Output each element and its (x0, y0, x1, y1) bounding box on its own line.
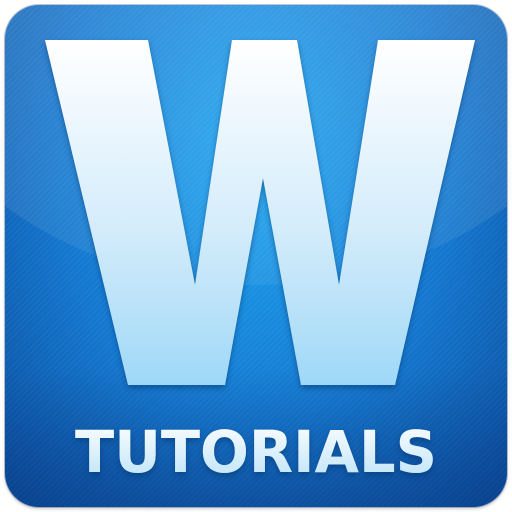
app-icon-lettering: TUTORIALS (45, 40, 475, 486)
letter-w (45, 40, 475, 385)
tutorials-label: TUTORIALS (75, 418, 437, 486)
